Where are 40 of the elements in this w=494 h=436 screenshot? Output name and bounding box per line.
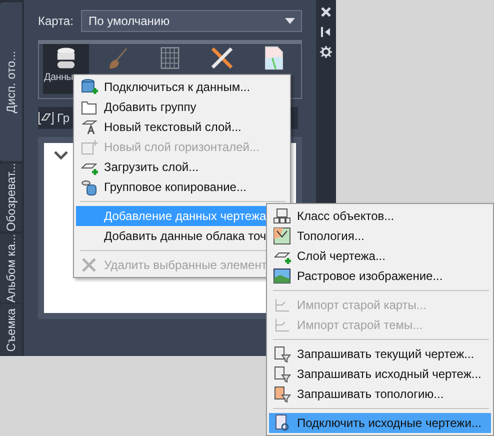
topology-icon — [273, 227, 291, 245]
copy-icon — [80, 178, 98, 196]
map-icon — [262, 46, 286, 70]
close-icon[interactable] — [320, 6, 332, 18]
tools-icon — [210, 46, 234, 70]
menu-item[interactable]: Загрузить слой... — [76, 157, 288, 177]
query-icon — [273, 385, 291, 403]
pin-icon[interactable] — [320, 26, 332, 38]
chevron-down-icon[interactable] — [54, 151, 68, 161]
menu-item[interactable]: Топология... — [269, 226, 491, 246]
menu-item[interactable]: Подключить исходные чертежи... — [269, 413, 491, 433]
menu-item[interactable]: Слой чертежа... — [269, 246, 491, 266]
menu-item[interactable]: Добавить группу — [76, 97, 288, 117]
import-icon — [273, 296, 291, 314]
menu-item[interactable]: Новый текстовый слой... — [76, 117, 288, 137]
menu-item[interactable]: Групповое копирование... — [76, 177, 288, 197]
layers-icon — [38, 110, 54, 126]
map-label: Карта: — [38, 14, 74, 28]
delete-icon — [80, 256, 98, 274]
query-icon — [273, 345, 291, 363]
query-icon — [273, 365, 291, 383]
side-tab[interactable]: Дисп. ото... — [0, 2, 22, 162]
menu-item[interactable]: Запрашивать текущий чертеж... — [269, 344, 491, 364]
menu-item[interactable]: Запрашивать топологию... — [269, 384, 491, 404]
map-dropdown[interactable]: По умолчанию — [81, 10, 302, 32]
image-icon — [273, 267, 291, 285]
menu-item[interactable]: Запрашивать исходный чертеж... — [269, 364, 491, 384]
side-tab[interactable]: Съемка — [0, 304, 22, 356]
side-tab[interactable]: Альбом ка... — [0, 234, 22, 302]
menu-item[interactable]: Растровое изображение... — [269, 266, 491, 286]
import-icon — [273, 316, 291, 334]
database-icon — [80, 78, 98, 96]
text-layer-icon — [80, 118, 98, 136]
class-icon — [273, 207, 291, 225]
side-tab[interactable]: Обозреват... — [0, 163, 22, 232]
new-layer-icon — [80, 138, 98, 156]
settings-icon[interactable] — [320, 46, 332, 58]
attach-icon — [273, 414, 291, 432]
grid-icon — [158, 46, 182, 70]
dropdown-arrow-icon — [285, 18, 295, 24]
